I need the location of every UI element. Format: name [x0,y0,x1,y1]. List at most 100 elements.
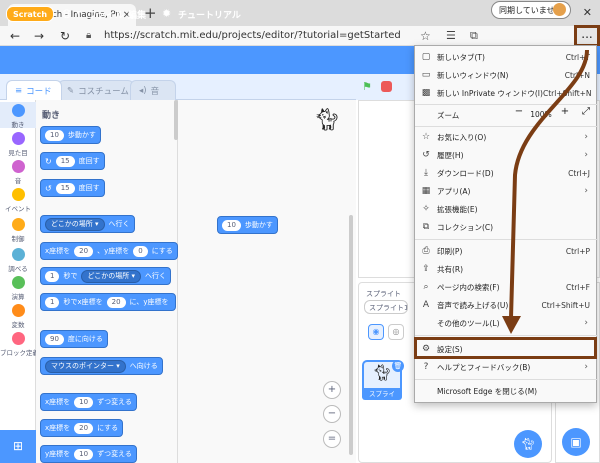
add-backdrop-button[interactable]: ▣ [562,428,590,456]
block-input[interactable]: 0 [133,245,148,257]
block-input[interactable]: 90 [45,333,64,345]
menu-item-shortcut: Ctrl+N [564,70,590,80]
block-input[interactable]: 20 [74,422,94,434]
refresh-icon[interactable]: ↻ [60,29,70,43]
avatar[interactable] [553,3,566,16]
code-scrollbar[interactable] [349,215,353,455]
zoom-reset-button[interactable]: = [323,430,341,448]
menu-item-find[interactable]: ⌕ ページ内の検索(F) Ctrl+F [415,278,598,296]
category-motion[interactable]: 動き [0,102,36,129]
block-goto[interactable]: どこかの場所へ行く [40,215,135,233]
block-turn-right[interactable]: ↻ 15 度回す [40,152,105,170]
menu-item-new-window[interactable]: ▭ 新しいウィンドウ(N) Ctrl+N [415,66,598,84]
cat-sprite-icon: 🐈︎ [313,108,341,133]
menu-item-read-aloud[interactable]: A 音声で読み上げる(U) Ctrl+Shift+U [415,296,598,314]
category-operators[interactable]: 演算 [0,276,36,301]
block-glide-xy[interactable]: 1 秒でx座標を 20 に、y座標を [40,293,176,311]
block-change-x[interactable]: x座標を 10 ずつ変える [40,393,137,411]
category-dot [11,104,25,117]
browser-toolbar: ← → ↻ 🔒︎ https://scratch.mit.edu/project… [0,26,600,46]
menu-item-extensions[interactable]: ✧ 拡張機能(E) [415,200,598,218]
menu-file[interactable]: ファイル [88,8,124,21]
chevron-down-icon[interactable]: ▼ [76,10,81,17]
menu-item-more-tools[interactable]: その他のツール(L) › [415,314,598,332]
menu-item-favorites[interactable]: ☆ お気に入り(O) › [415,128,598,146]
show-sprite-icon[interactable]: ◉ [368,324,384,340]
block-glide-to[interactable]: 1秒でどこかの場所へ行く [40,267,172,285]
block-input[interactable]: 15 [55,182,75,194]
hide-sprite-icon[interactable]: ◎ [388,324,404,340]
menu-item-history[interactable]: ↺ 履歴(H) › [415,146,598,164]
block-set-x[interactable]: x座標を 20 にする [40,419,124,437]
block-input[interactable]: 20 [74,245,94,257]
tab-sound[interactable]: ◂) 音 [130,80,176,100]
block-goto-xy[interactable]: x座標を 20 、y座標を 0 にする [40,242,178,260]
back-arrow-icon[interactable]: ← [10,29,20,43]
block-input[interactable]: 1 [45,270,60,282]
block-dropdown[interactable]: どこかの場所 [81,269,142,283]
block-point-towards[interactable]: マウスのポインターへ向ける [40,357,163,375]
code-icon: ≡ [15,85,23,96]
category-events[interactable]: イベント [0,188,36,213]
block-input[interactable]: 15 [55,155,75,167]
fullscreen-icon[interactable]: ⤢ [577,106,595,117]
forward-arrow-icon[interactable]: → [34,29,44,43]
block-dropdown[interactable]: どこかの場所 [45,217,105,231]
tab-code[interactable]: ≡ コード [6,80,62,100]
menu-item-collections[interactable]: ⧉ コレクション(C) [415,218,598,236]
category-variables[interactable]: 変数 [0,304,36,329]
tab-costume[interactable]: ✎ コスチューム [58,80,134,100]
tab-code-label: コード [26,86,52,97]
block-input[interactable]: 10 [45,129,64,141]
category-sensing[interactable]: 調べる [0,248,36,273]
lock-icon[interactable]: 🔒︎ [86,30,91,41]
stop-icon[interactable] [381,81,392,92]
menu-item-print[interactable]: ⎙ 印刷(P) Ctrl+P [415,242,598,260]
category-sound[interactable]: 音 [0,160,36,185]
menu-edit[interactable]: 編集 [128,8,146,21]
zoom-in-button[interactable]: + [323,381,341,399]
globe-icon[interactable]: 🌐︎ [62,7,72,22]
block-point-direction[interactable]: 90 度に向ける [40,330,108,348]
script-move-steps[interactable]: 10 歩動かす [217,216,278,234]
zoom-plus-button[interactable]: + [555,106,575,117]
history-icon: ↺ [422,150,430,160]
star-icon[interactable]: ☆ [420,29,431,43]
menu-item-close-edge[interactable]: Microsoft Edge を閉じる(M) [415,382,598,400]
scratch-logo[interactable]: Scratch [6,6,54,22]
block-input[interactable]: 10 [74,448,94,460]
favorites-icon[interactable]: ☰ [446,29,456,42]
category-looks[interactable]: 見た目 [0,132,36,157]
menu-item-new-tab[interactable]: ▢ 新しいタブ(T) Ctrl+T [415,48,598,66]
block-input[interactable]: 10 [222,219,241,231]
menu-item-apps[interactable]: ▦ アプリ(A) › [415,182,598,200]
block-input[interactable]: 20 [106,296,126,308]
menu-item-downloads[interactable]: ⤓ ダウンロード(D) Ctrl+J [415,164,598,182]
address-bar[interactable]: https://scratch.mit.edu/projects/editor/… [104,30,401,41]
block-turn-left[interactable]: ↺ 15 度回す [40,179,105,197]
settings-and-more-button[interactable]: ... [574,25,600,47]
add-sprite-button[interactable]: 🐈︎ [514,430,542,458]
delete-sprite-icon[interactable]: 🗑︎ [392,360,404,372]
menu-item-share[interactable]: ⇪ 共有(R) [415,260,598,278]
green-flag-icon[interactable]: ⚑ [362,80,372,93]
lightbulb-icon[interactable]: ✹ [162,7,171,20]
menu-item-help[interactable]: ? ヘルプとフィードバック(B) › [415,358,598,376]
block-input[interactable]: 10 [74,396,94,408]
zoom-minus-button[interactable]: − [509,106,529,117]
chevron-right-icon: › [584,318,588,328]
collections-icon[interactable]: ⧉ [470,29,478,43]
zoom-out-button[interactable]: − [323,405,341,423]
window-close-icon[interactable]: ✕ [583,6,592,19]
menu-tutorial[interactable]: チュートリアル [178,8,241,21]
add-extension-button[interactable]: ⊞ [0,430,36,463]
category-control[interactable]: 制御 [0,218,36,243]
block-dropdown[interactable]: マウスのポインター [45,359,126,373]
block-move-steps[interactable]: 10 歩動かす [40,126,101,144]
palette-title: 動き [42,111,61,121]
block-input[interactable]: 1 [45,296,60,308]
block-change-y[interactable]: y座標を 10 ずつ変える [40,445,137,463]
sprite-name-input[interactable]: スプライト1 [364,300,408,314]
menu-item-inprivate[interactable]: ▩ 新しい InPrivate ウィンドウ(I) Ctrl+Shift+N [415,84,598,102]
category-my-blocks[interactable]: ブロック定義 [0,332,39,357]
